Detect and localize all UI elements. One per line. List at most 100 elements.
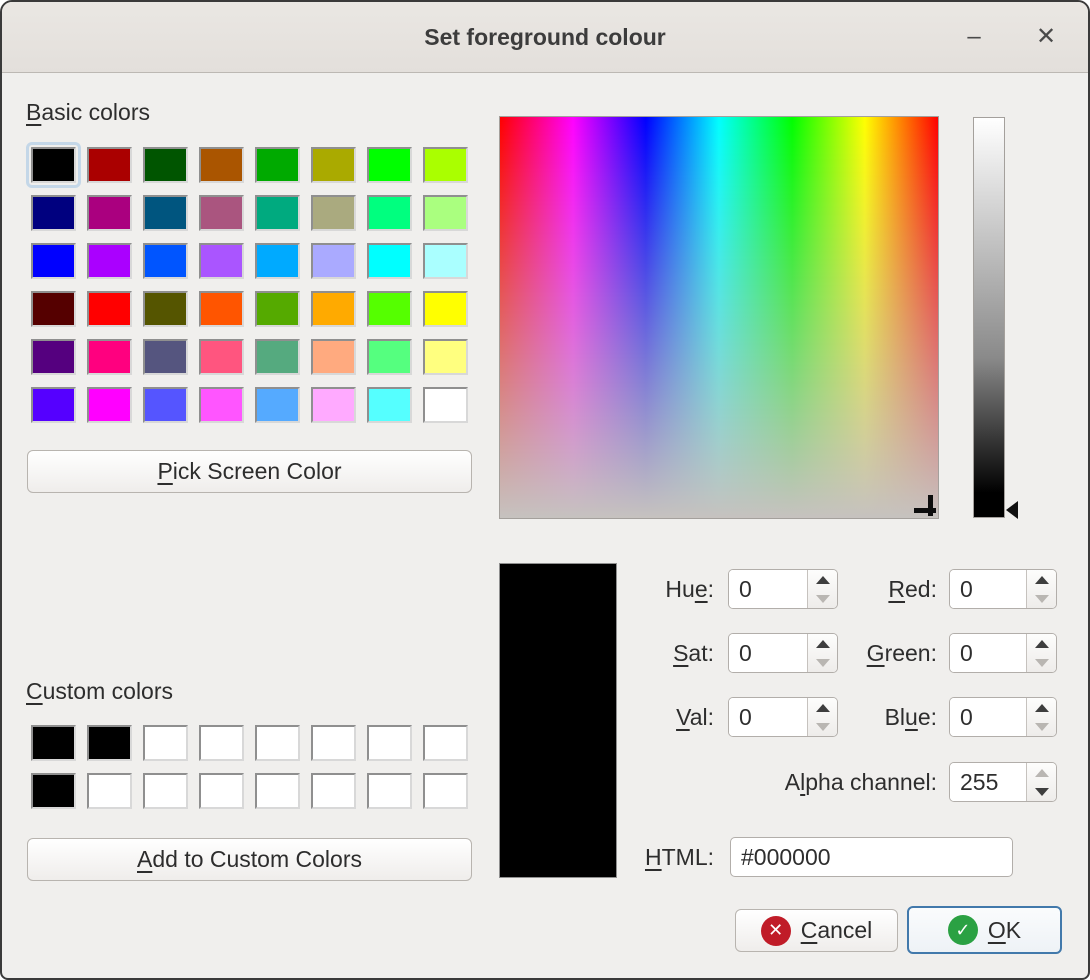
red-label: Red:: [772, 569, 937, 609]
red-decrement-button[interactable]: [1027, 589, 1056, 608]
color-swatch[interactable]: [199, 725, 244, 761]
green-decrement-button[interactable]: [1027, 653, 1056, 672]
ok-icon: ✓: [948, 915, 978, 945]
add-to-custom-colors-button[interactable]: Add to Custom Colors: [27, 838, 472, 881]
color-swatch[interactable]: [255, 243, 300, 279]
blue-decrement-button[interactable]: [1027, 717, 1056, 736]
color-swatch[interactable]: [199, 243, 244, 279]
color-swatch[interactable]: [31, 773, 76, 809]
color-swatch[interactable]: [367, 195, 412, 231]
red-spinbox[interactable]: [949, 569, 1057, 609]
color-swatch[interactable]: [199, 147, 244, 183]
color-swatch[interactable]: [311, 725, 356, 761]
color-swatch[interactable]: [311, 195, 356, 231]
color-swatch[interactable]: [31, 243, 76, 279]
color-swatch[interactable]: [423, 773, 468, 809]
color-dialog-window: Set foreground colour – ✕ Basic colors P…: [0, 0, 1090, 980]
color-swatch[interactable]: [87, 387, 132, 423]
color-swatch[interactable]: [255, 725, 300, 761]
alpha-channel-label: Alpha channel:: [662, 762, 937, 802]
color-swatch[interactable]: [255, 773, 300, 809]
color-swatch[interactable]: [423, 725, 468, 761]
color-swatch[interactable]: [87, 243, 132, 279]
color-swatch[interactable]: [143, 147, 188, 183]
color-swatch[interactable]: [255, 339, 300, 375]
green-spinbox[interactable]: [949, 633, 1057, 673]
color-swatch[interactable]: [367, 147, 412, 183]
color-swatch[interactable]: [143, 725, 188, 761]
color-swatch[interactable]: [143, 195, 188, 231]
blue-input[interactable]: [950, 698, 1026, 736]
color-swatch[interactable]: [367, 339, 412, 375]
color-swatch[interactable]: [367, 243, 412, 279]
color-swatch[interactable]: [311, 773, 356, 809]
html-input[interactable]: [730, 837, 1013, 877]
color-swatch[interactable]: [367, 387, 412, 423]
color-swatch[interactable]: [31, 147, 76, 183]
cancel-button[interactable]: ✕ Cancel: [735, 909, 898, 952]
color-swatch[interactable]: [255, 147, 300, 183]
color-swatch[interactable]: [423, 291, 468, 327]
color-swatch[interactable]: [423, 387, 468, 423]
alpha-increment-button[interactable]: [1027, 763, 1056, 782]
color-swatch[interactable]: [423, 243, 468, 279]
value-slider[interactable]: [973, 117, 1005, 518]
color-swatch[interactable]: [199, 387, 244, 423]
color-swatch[interactable]: [423, 339, 468, 375]
color-swatch[interactable]: [87, 725, 132, 761]
ok-label: OK: [988, 917, 1021, 944]
alpha-spinbox[interactable]: [949, 762, 1057, 802]
ok-button[interactable]: ✓ OK: [907, 906, 1062, 954]
hue-saturation-area[interactable]: [499, 116, 939, 519]
color-swatch[interactable]: [311, 147, 356, 183]
pick-screen-color-button[interactable]: Pick Screen Color: [27, 450, 472, 493]
color-swatch[interactable]: [255, 195, 300, 231]
color-swatch[interactable]: [87, 291, 132, 327]
up-arrow-icon: [1035, 704, 1049, 712]
titlebar[interactable]: Set foreground colour – ✕: [2, 2, 1088, 73]
color-swatch[interactable]: [87, 339, 132, 375]
color-swatch[interactable]: [199, 291, 244, 327]
color-swatch[interactable]: [31, 195, 76, 231]
color-swatch[interactable]: [31, 291, 76, 327]
red-increment-button[interactable]: [1027, 570, 1056, 589]
color-swatch[interactable]: [255, 291, 300, 327]
color-swatch[interactable]: [199, 339, 244, 375]
alpha-input[interactable]: [950, 763, 1026, 801]
minimize-icon[interactable]: –: [960, 25, 988, 49]
blue-spinbox[interactable]: [949, 697, 1057, 737]
color-swatch[interactable]: [199, 773, 244, 809]
color-swatch[interactable]: [311, 243, 356, 279]
color-swatch[interactable]: [255, 387, 300, 423]
red-input[interactable]: [950, 570, 1026, 608]
green-increment-button[interactable]: [1027, 634, 1056, 653]
color-swatch[interactable]: [367, 725, 412, 761]
color-swatch[interactable]: [311, 387, 356, 423]
close-icon[interactable]: ✕: [1032, 25, 1060, 49]
color-swatch[interactable]: [143, 243, 188, 279]
color-swatch[interactable]: [31, 725, 76, 761]
green-input[interactable]: [950, 634, 1026, 672]
color-swatch[interactable]: [31, 339, 76, 375]
color-swatch[interactable]: [423, 147, 468, 183]
custom-colors-grid: [31, 725, 468, 809]
alpha-decrement-button[interactable]: [1027, 782, 1056, 801]
color-swatch[interactable]: [367, 291, 412, 327]
color-swatch[interactable]: [423, 195, 468, 231]
color-swatch[interactable]: [143, 291, 188, 327]
color-crosshair[interactable]: [914, 508, 936, 513]
color-swatch[interactable]: [143, 387, 188, 423]
color-swatch[interactable]: [87, 195, 132, 231]
color-swatch[interactable]: [87, 773, 132, 809]
color-swatch[interactable]: [143, 339, 188, 375]
hue-label: Hue:: [542, 569, 714, 609]
value-slider-arrow[interactable]: [1006, 501, 1018, 519]
color-swatch[interactable]: [87, 147, 132, 183]
color-swatch[interactable]: [367, 773, 412, 809]
color-swatch[interactable]: [143, 773, 188, 809]
color-swatch[interactable]: [311, 291, 356, 327]
color-swatch[interactable]: [31, 387, 76, 423]
blue-increment-button[interactable]: [1027, 698, 1056, 717]
color-swatch[interactable]: [311, 339, 356, 375]
color-swatch[interactable]: [199, 195, 244, 231]
